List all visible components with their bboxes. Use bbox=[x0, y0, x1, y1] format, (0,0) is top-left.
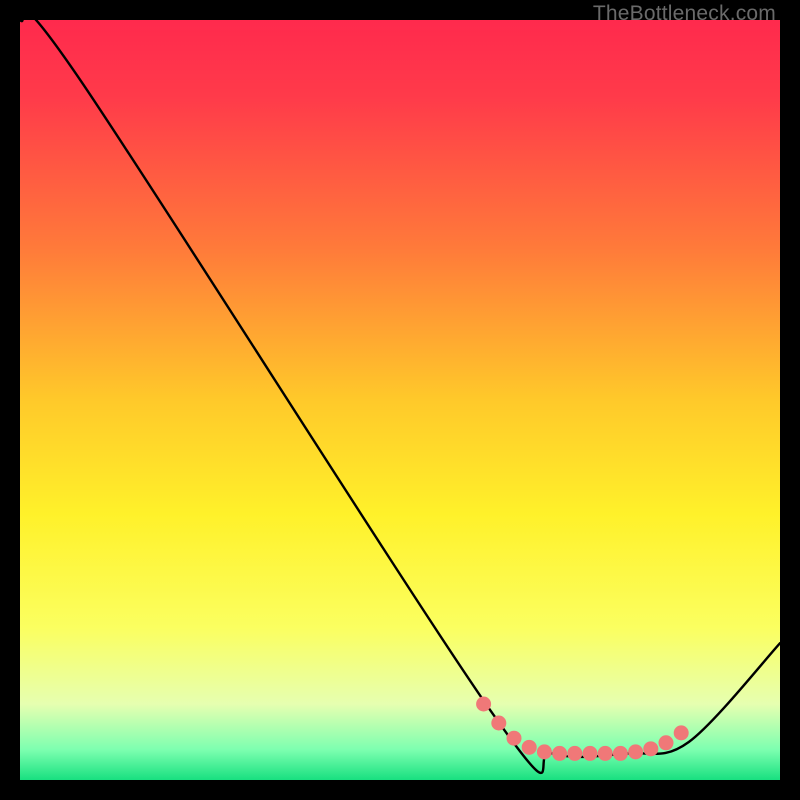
dot bbox=[628, 744, 643, 759]
dot bbox=[613, 746, 628, 761]
dot bbox=[476, 697, 491, 712]
dot bbox=[659, 735, 674, 750]
dot bbox=[552, 746, 567, 761]
chart-background bbox=[20, 20, 780, 780]
bottleneck-chart bbox=[20, 20, 780, 780]
dot bbox=[567, 746, 582, 761]
dot bbox=[643, 741, 658, 756]
dot bbox=[674, 725, 689, 740]
dot bbox=[507, 731, 522, 746]
dot bbox=[598, 746, 613, 761]
dot bbox=[491, 716, 506, 731]
dot bbox=[522, 740, 537, 755]
dot bbox=[583, 746, 598, 761]
dot bbox=[537, 744, 552, 759]
